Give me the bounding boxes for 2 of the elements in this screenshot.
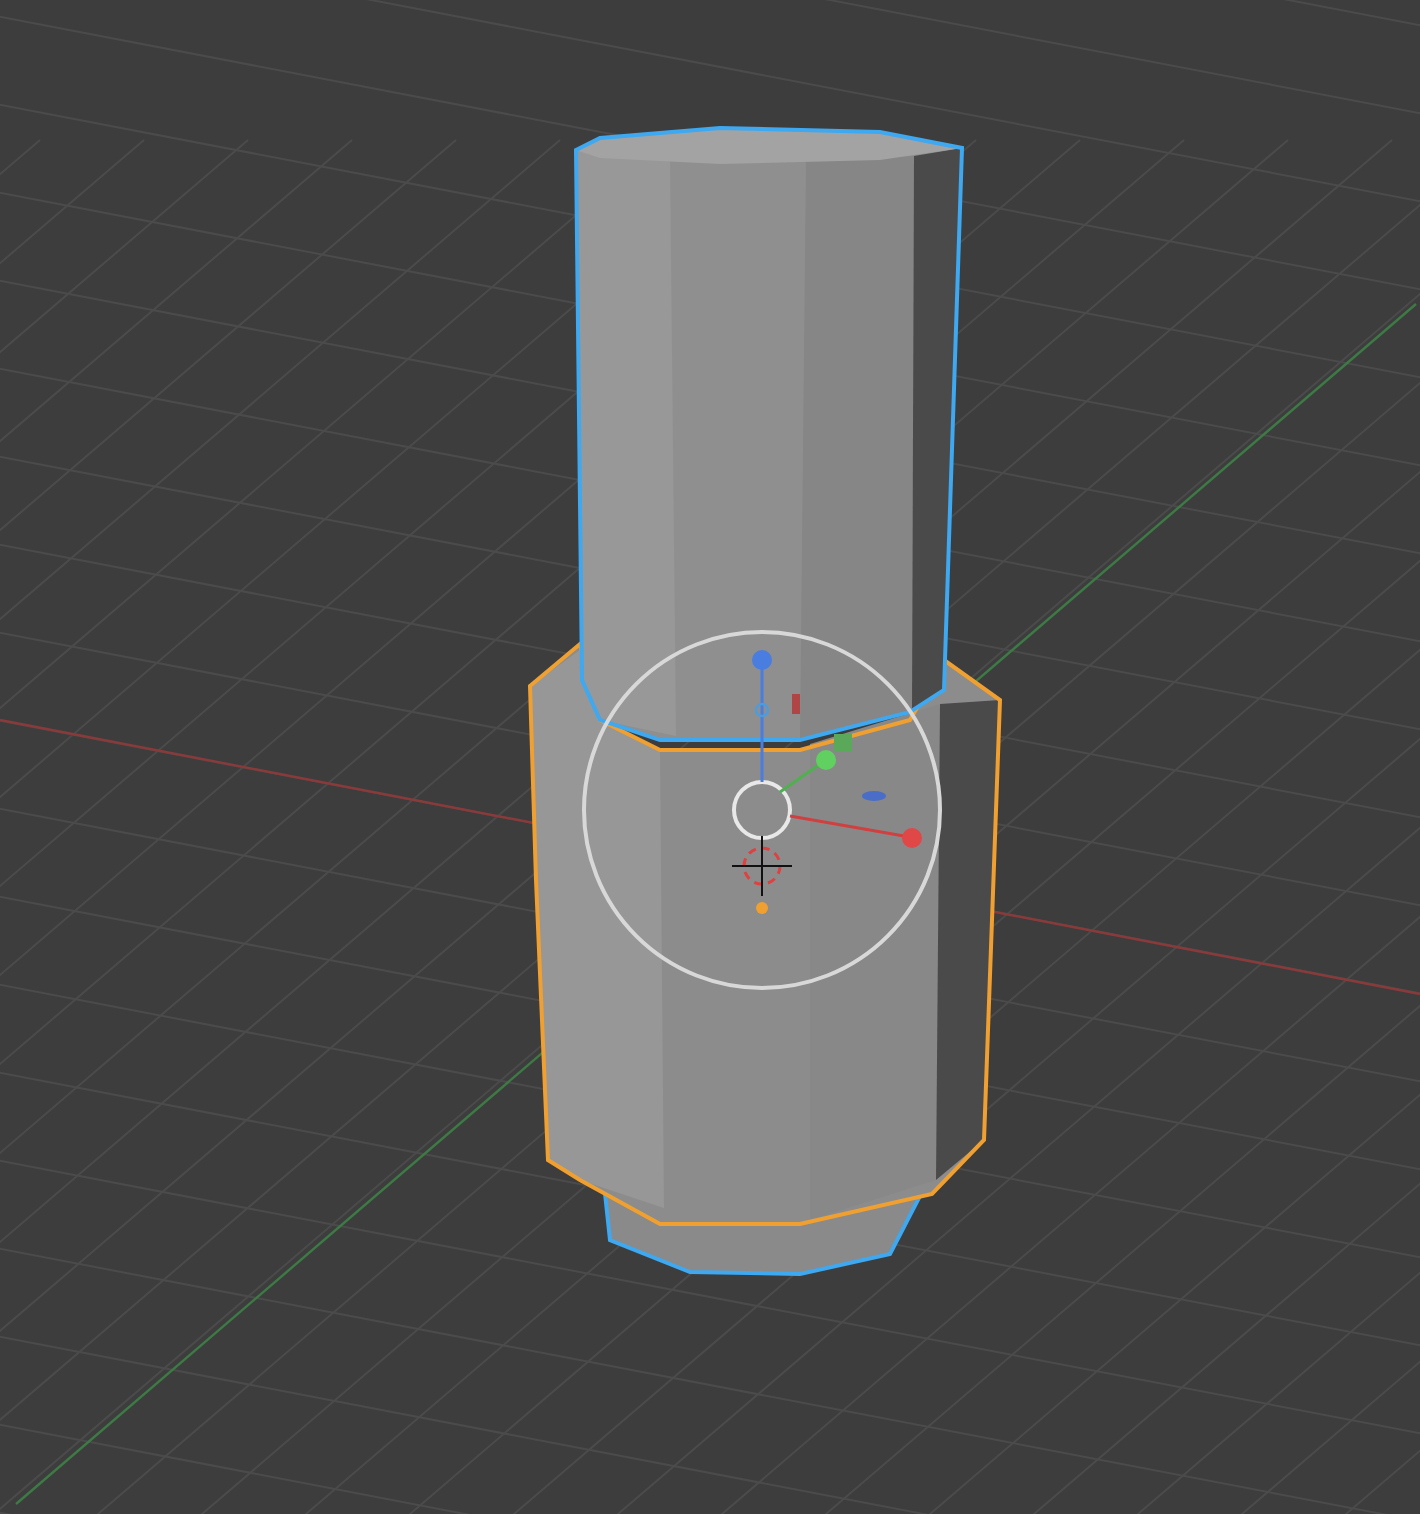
crosshair-cursor-icon <box>731 835 793 914</box>
transform-gizmo-drawing[interactable] <box>582 630 942 990</box>
